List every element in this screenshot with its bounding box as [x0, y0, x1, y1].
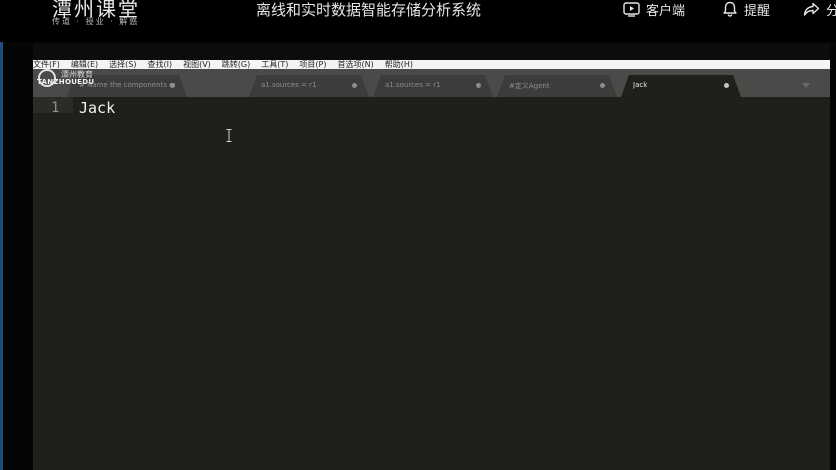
- client-nav-button[interactable]: 客户端: [623, 0, 686, 19]
- editor-tab-label: Jack: [633, 81, 648, 89]
- client-nav-label: 客户端: [646, 3, 686, 19]
- dot-close-icon[interactable]: [352, 83, 357, 88]
- menu-selection[interactable]: 选择(S): [109, 60, 136, 69]
- editor-tab-label: a1.sources = r1: [385, 81, 441, 89]
- play-screen-icon: [623, 1, 640, 17]
- editor-tabbar: # Name the components on this agent a1.s…: [33, 69, 830, 97]
- menu-help[interactable]: 帮助(H): [385, 60, 413, 69]
- platform-header: 潭州课堂 传道 · 授业 · 解惑 离线和实时数据智能存储分析系统 客户端 提醒…: [0, 0, 836, 42]
- chevron-down-icon[interactable]: [802, 83, 810, 88]
- editor-tab-label: #定义Agent: [509, 82, 550, 90]
- menu-tools[interactable]: 工具(T): [261, 60, 288, 69]
- sublime-editor-window: 文件(F) 编辑(E) 选择(S) 查找(I) 视图(V) 跳转(G) 工具(T…: [33, 43, 830, 470]
- editor-tab[interactable]: a1.sources = r1: [249, 75, 369, 97]
- editor-title-area: [33, 43, 830, 60]
- menu-file[interactable]: 文件(F): [33, 60, 60, 69]
- text-ibeam-cursor: [226, 129, 232, 142]
- remind-nav-label: 提醒: [744, 3, 771, 19]
- dot-close-icon[interactable]: [170, 83, 175, 88]
- editor-tab-active[interactable]: Jack: [621, 75, 741, 97]
- watermark-en: TANZHOUEDU: [37, 78, 95, 86]
- editor-tab-label: a1.sources = r1: [261, 81, 317, 89]
- left-window-edge: [0, 0, 3, 470]
- menu-project[interactable]: 项目(P): [299, 60, 326, 69]
- menu-edit[interactable]: 编辑(E): [71, 60, 98, 69]
- dot-close-icon[interactable]: [724, 83, 729, 88]
- editor-tab[interactable]: a1.sources = r1: [373, 75, 493, 97]
- line-number: 1: [51, 100, 60, 116]
- menu-view[interactable]: 视图(V): [183, 60, 211, 69]
- screen: 潭州课堂 传道 · 授业 · 解惑 离线和实时数据智能存储分析系统 客户端 提醒…: [0, 0, 836, 470]
- tanzhou-watermark: 潭州教育 TANZHOUEDU: [37, 69, 157, 87]
- brand-logo[interactable]: 潭州课堂 传道 · 授业 · 解惑: [52, 0, 152, 30]
- editor-tab[interactable]: #定义Agent: [497, 75, 617, 97]
- share-arrow-icon: [803, 2, 820, 16]
- share-nav-label: 分: [826, 3, 836, 19]
- menu-preferences[interactable]: 首选项(N): [337, 60, 373, 69]
- editor-scrollbar[interactable]: [826, 97, 830, 470]
- share-nav-button[interactable]: 分: [803, 0, 836, 19]
- course-title: 离线和实时数据智能存储分析系统: [256, 1, 482, 19]
- remind-nav-button[interactable]: 提醒: [722, 0, 771, 19]
- code-line[interactable]: Jack: [79, 99, 115, 117]
- dot-close-icon[interactable]: [600, 83, 605, 88]
- dot-close-icon[interactable]: [476, 83, 481, 88]
- editor-menubar: 文件(F) 编辑(E) 选择(S) 查找(I) 视图(V) 跳转(G) 工具(T…: [33, 60, 830, 69]
- menu-find[interactable]: 查找(I): [147, 60, 172, 69]
- menu-goto[interactable]: 跳转(G): [222, 60, 250, 69]
- brand-slogan: 传道 · 授业 · 解惑: [52, 17, 140, 26]
- bell-icon: [723, 1, 737, 17]
